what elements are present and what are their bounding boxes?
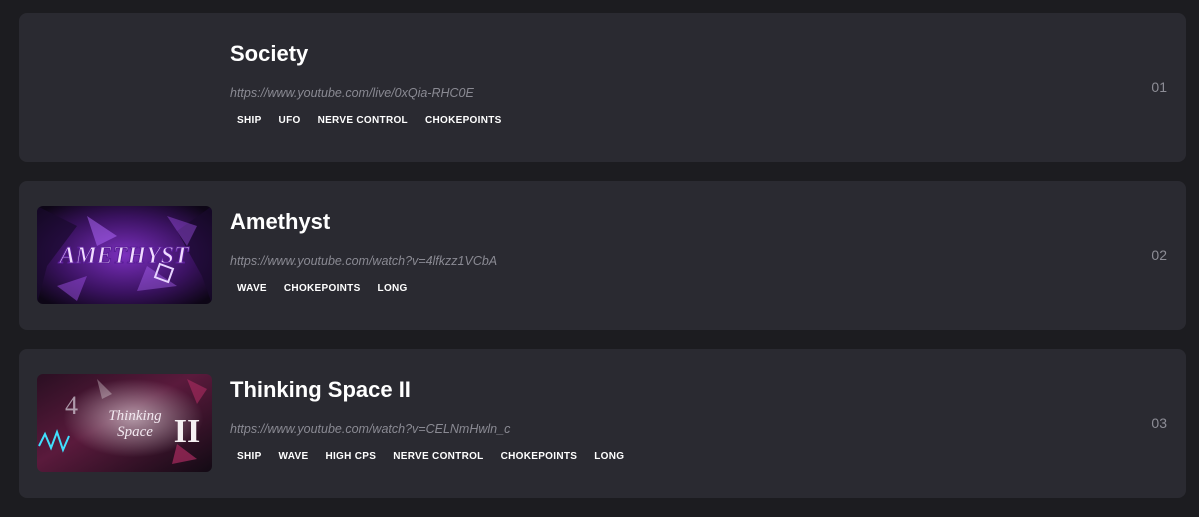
level-info: Society https://www.youtube.com/live/0xQ… [230,40,1106,129]
level-video-link[interactable]: https://www.youtube.com/watch?v=4lfkzz1V… [230,253,1106,269]
tag[interactable]: SHIP [230,449,269,465]
tag[interactable]: SHIP [230,113,269,129]
tag[interactable]: HIGH CPS [318,449,383,465]
tag[interactable]: CHOKEPOINTS [418,113,509,129]
level-tags: WAVE CHOKEPOINTS LONG [230,281,1106,297]
level-card[interactable]: 4 Thinking Space II Thinking Space II ht… [19,349,1186,498]
level-card[interactable]: Society https://www.youtube.com/live/0xQ… [19,13,1186,162]
level-info: Amethyst https://www.youtube.com/watch?v… [230,208,1106,297]
tag[interactable]: LONG [371,281,415,297]
amethyst-logo-text: AMETHYST [57,243,190,269]
thinking-space-thumbnail[interactable]: 4 Thinking Space II [37,374,212,472]
amethyst-thumbnail-image: AMETHYST [37,206,212,304]
level-title[interactable]: Society [230,40,1106,68]
level-rank: 03 [1151,415,1167,431]
tag[interactable]: UFO [272,113,308,129]
tag[interactable]: CHOKEPOINTS [494,449,585,465]
amethyst-thumbnail[interactable]: AMETHYST [37,206,212,304]
level-rank: 01 [1151,79,1167,95]
level-info: Thinking Space II https://www.youtube.co… [230,376,1106,465]
tag[interactable]: NERVE CONTROL [386,449,490,465]
level-title[interactable]: Amethyst [230,208,1106,236]
level-video-link[interactable]: https://www.youtube.com/live/0xQia-RHC0E [230,85,1106,101]
svg-text:4: 4 [65,391,78,420]
thinking-space-logo-text: Thinking [108,408,162,424]
tag[interactable]: WAVE [272,449,316,465]
tag[interactable]: CHOKEPOINTS [277,281,368,297]
svg-text:II: II [174,413,200,450]
tag[interactable]: NERVE CONTROL [311,113,415,129]
level-title[interactable]: Thinking Space II [230,376,1106,404]
level-video-link[interactable]: https://www.youtube.com/watch?v=CELNmHwl… [230,421,1106,437]
thinking-space-thumbnail-image: 4 Thinking Space II [37,374,212,472]
tag[interactable]: LONG [587,449,631,465]
tag[interactable]: WAVE [230,281,274,297]
level-card[interactable]: AMETHYST Amethyst https://www.youtube.co… [19,181,1186,330]
level-list: Society https://www.youtube.com/live/0xQ… [19,13,1186,517]
svg-text:Space: Space [117,424,153,440]
level-rank: 02 [1151,247,1167,263]
level-tags: SHIP UFO NERVE CONTROL CHOKEPOINTS [230,113,1106,129]
level-thumbnail [37,38,212,136]
level-tags: SHIP WAVE HIGH CPS NERVE CONTROL CHOKEPO… [230,449,1106,465]
